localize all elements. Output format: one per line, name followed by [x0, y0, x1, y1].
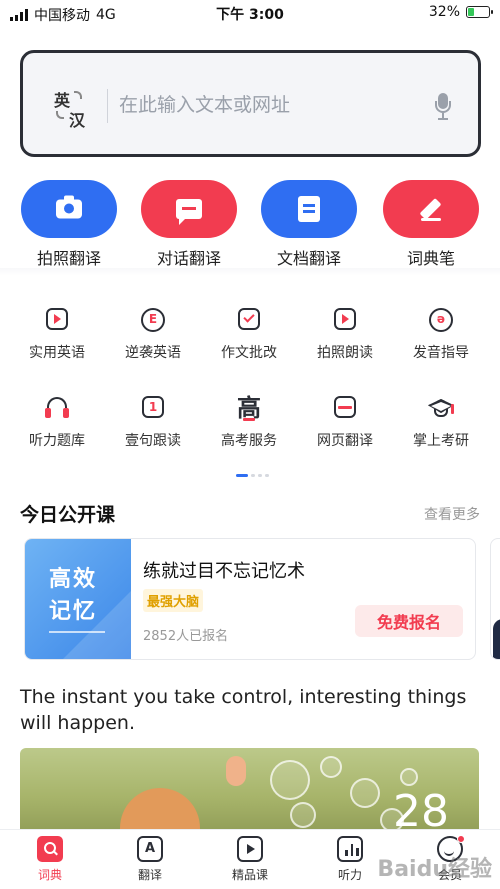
course-thumbnail: 高效 记忆 [25, 539, 131, 659]
tool-label: 掌上考研 [413, 433, 469, 449]
search-input[interactable] [119, 81, 419, 129]
photo-translate-button[interactable]: 拍照翻译 [21, 180, 117, 269]
tool-label: 逆袭英语 [125, 345, 181, 361]
target-language: 汉 [69, 111, 86, 130]
document-icon [298, 196, 320, 222]
tool-webpage-translate[interactable]: 网页翻译 [300, 394, 390, 450]
tool-essay-correction[interactable]: 作文批改 [204, 306, 294, 362]
play-card-icon [43, 306, 71, 334]
tool-label: 发音指导 [413, 345, 469, 361]
status-right: 32% [428, 4, 493, 20]
camera-icon [56, 195, 82, 219]
clock: 下午 3:00 [216, 7, 284, 23]
pen-icon [419, 197, 443, 221]
course-tag: 最强大脑 [143, 589, 204, 612]
bottom-tab-bar: 词典 A 翻译 精品课 听力 会员 Baidu经验 [0, 829, 500, 889]
dictionary-pen-pill[interactable] [383, 180, 479, 238]
tab-label: 词典 [37, 868, 62, 882]
translate-icon: A [137, 836, 163, 862]
tab-premium-course[interactable]: 精品课 [215, 836, 285, 883]
check-clipboard-icon [235, 306, 263, 334]
document-translate-button[interactable]: 文档翻译 [261, 180, 357, 269]
notification-dot [457, 835, 465, 843]
tool-photo-read[interactable]: 拍照朗读 [300, 306, 390, 362]
course-card[interactable]: 高效 记忆 练就过目不忘记忆术 最强大脑 2852人已报名 免费报名 [24, 538, 476, 660]
dictionary-icon [37, 836, 63, 862]
feature-label: 文档翻译 [276, 249, 341, 268]
tool-pronunciation[interactable]: ə 发音指导 [396, 306, 486, 362]
enrolled-count: 2852人已报名 [143, 629, 229, 644]
tab-label: 翻译 [137, 868, 162, 882]
course-title: 练就过目不忘记忆术 [143, 561, 305, 582]
thumbnail-text: 高效 [49, 567, 98, 592]
course-icon [237, 836, 263, 862]
graduation-cap-icon [427, 394, 455, 422]
camera-play-icon [331, 306, 359, 334]
chat-icon [176, 199, 202, 225]
tool-practical-english[interactable]: 实用英语 [12, 306, 102, 362]
feature-label: 词典笔 [406, 249, 455, 268]
headphones-icon [43, 394, 71, 422]
tool-sentence-follow[interactable]: 1 壹句跟读 [108, 394, 198, 450]
gaokao-icon: 高 [237, 394, 261, 422]
tab-listening[interactable]: 听力 [315, 836, 385, 883]
language-switch-button[interactable]: 英 汉 [51, 87, 93, 130]
battery-icon [466, 6, 493, 18]
next-course-card[interactable] [490, 538, 500, 660]
see-more-link[interactable]: 查看更多 [424, 504, 480, 524]
tool-label: 作文批改 [221, 345, 277, 361]
pronunciation-icon: ə [427, 306, 455, 334]
translate-search-box[interactable]: 英 汉 [20, 50, 481, 157]
photo-translate-pill[interactable] [21, 180, 117, 238]
swap-arrow-icon [56, 111, 64, 119]
dialog-translate-button[interactable]: 对话翻译 [141, 180, 237, 269]
swap-arrow-icon [74, 91, 82, 99]
tool-label: 壹句跟读 [125, 433, 181, 449]
dialog-translate-pill[interactable] [141, 180, 237, 238]
tool-label: 实用英语 [29, 345, 85, 361]
daily-quote: The instant you take control, interestin… [20, 686, 467, 734]
source-language: 英 [54, 91, 71, 110]
feature-label: 对话翻译 [156, 249, 221, 268]
feature-label: 拍照翻译 [36, 249, 101, 268]
tool-gaokao-service[interactable]: 高 高考服务 [204, 394, 294, 450]
tool-listening-bank[interactable]: 听力题库 [12, 394, 102, 450]
tab-label: 精品课 [231, 868, 268, 882]
tab-dictionary[interactable]: 词典 [15, 836, 85, 883]
battery-percent: 32% [428, 4, 460, 20]
webpage-icon [331, 394, 359, 422]
free-signup-button[interactable]: 免费报名 [355, 605, 463, 637]
section-divider [0, 268, 500, 276]
tool-comeback-english[interactable]: E 逆袭英语 [108, 306, 198, 362]
divider [107, 89, 108, 123]
tool-label: 网页翻译 [317, 433, 373, 449]
tool-label: 高考服务 [221, 433, 277, 449]
tool-label: 拍照朗读 [317, 345, 373, 361]
document-translate-pill[interactable] [261, 180, 357, 238]
listening-icon [337, 836, 363, 862]
status-bar: 中国移动 4G 下午 3:00 32% [0, 0, 500, 26]
section-title: 今日公开课 [20, 504, 116, 526]
dictionary-pen-button[interactable]: 词典笔 [383, 180, 479, 269]
tool-postgrad-exam[interactable]: 掌上考研 [396, 394, 486, 450]
tab-translate[interactable]: A 翻译 [115, 836, 185, 883]
page-indicator [236, 474, 269, 477]
tab-label: 听力 [337, 868, 362, 882]
watermark: Baidu经验 [377, 857, 492, 882]
microphone-icon[interactable] [435, 93, 451, 121]
e-bubble-icon: E [139, 306, 167, 334]
thumbnail-text: 记忆 [49, 599, 98, 624]
tool-label: 听力题库 [29, 433, 85, 449]
calendar-one-icon: 1 [139, 394, 167, 422]
cat-paw [226, 756, 246, 786]
daily-photo[interactable]: 28 [20, 748, 479, 838]
